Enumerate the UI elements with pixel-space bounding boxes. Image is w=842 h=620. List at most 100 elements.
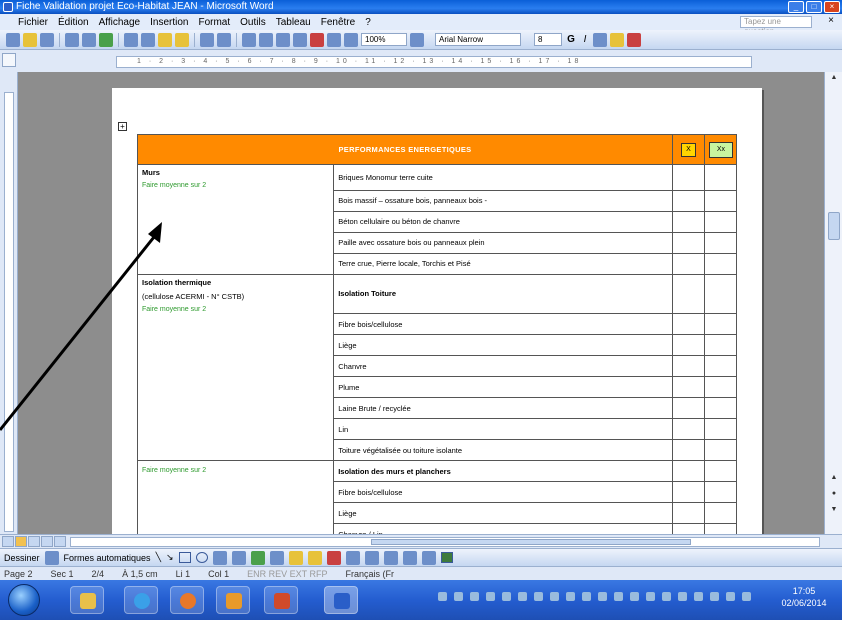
menu-fichier[interactable]: Fichier — [18, 17, 48, 28]
taskbar-ie[interactable] — [124, 586, 158, 614]
horizontal-scrollbar[interactable] — [70, 537, 820, 547]
web-view-button[interactable] — [15, 536, 27, 547]
tray-icon[interactable] — [502, 592, 511, 601]
diagram-icon[interactable] — [250, 550, 265, 565]
check-x-cell[interactable] — [671, 313, 705, 335]
category-cell[interactable] — [136, 355, 335, 377]
menu-affichage[interactable]: Affichage — [99, 17, 141, 28]
check-xx-cell[interactable] — [703, 460, 738, 482]
open-folder-icon[interactable] — [23, 32, 37, 47]
menu-insertion[interactable]: Insertion — [150, 17, 188, 28]
category-cell[interactable] — [136, 376, 335, 398]
rectangle-tool-icon[interactable] — [178, 552, 191, 563]
vertical-scrollbar[interactable]: ▲ ▲ ● ▼ — [824, 72, 842, 534]
check-xx-cell[interactable] — [703, 439, 738, 461]
help-icon[interactable] — [410, 32, 424, 47]
normal-view-button[interactable] — [2, 536, 14, 547]
item-cell[interactable]: Fibre bois/cellulose — [333, 313, 673, 335]
print-icon[interactable] — [65, 32, 79, 47]
horizontal-scroll-thumb[interactable] — [371, 539, 691, 545]
font-color-icon[interactable] — [627, 32, 641, 47]
menu-tableau[interactable]: Tableau — [276, 17, 311, 28]
menu-edition[interactable]: Édition — [58, 17, 89, 28]
document-page[interactable]: + PERFORMANCES ENERGETIQUES X Xx Murs Fai… — [112, 88, 762, 534]
check-xx-cell[interactable] — [703, 313, 738, 335]
check-x-cell[interactable] — [671, 439, 705, 461]
wordart-icon[interactable] — [231, 550, 246, 565]
taskbar-word[interactable] — [324, 586, 358, 614]
3d-style-icon[interactable] — [440, 552, 453, 563]
tray-icon[interactable] — [662, 592, 671, 601]
tray-icon[interactable] — [598, 592, 607, 601]
highlight-icon[interactable] — [610, 32, 624, 47]
item-cell[interactable]: Toiture végétalisée ou toiture isolante — [333, 439, 673, 461]
category-cell[interactable] — [136, 481, 335, 503]
print-layout-button[interactable] — [28, 536, 40, 547]
font-size-select[interactable]: 8 — [534, 33, 562, 46]
tray-icon[interactable] — [614, 592, 623, 601]
check-x-cell[interactable] — [671, 164, 705, 191]
autoshapes-menu-button[interactable]: Formes automatiques — [64, 553, 151, 563]
check-xx-cell[interactable] — [703, 397, 738, 419]
category-cell[interactable] — [136, 211, 335, 232]
item-cell[interactable]: Liège — [333, 502, 673, 524]
font-select[interactable]: Arial Narrow — [435, 33, 521, 46]
check-x-cell[interactable] — [671, 481, 705, 503]
format-painter-icon[interactable] — [175, 32, 189, 47]
align-icon[interactable] — [593, 32, 607, 47]
taskbar-clock[interactable]: 17:05 02/06/2014 — [774, 585, 834, 609]
check-xx-cell[interactable] — [703, 523, 738, 534]
draw-menu-button[interactable]: Dessiner — [4, 553, 40, 563]
paste-icon[interactable] — [158, 32, 172, 47]
select-objects-icon[interactable] — [44, 550, 59, 565]
menu-fenetre[interactable]: Fenêtre — [321, 17, 355, 28]
minimize-button[interactable]: _ — [788, 1, 804, 13]
taskbar-explorer[interactable] — [70, 586, 104, 614]
tray-icon[interactable] — [742, 592, 751, 601]
tray-icon[interactable] — [678, 592, 687, 601]
category-cell[interactable] — [136, 397, 335, 419]
category-cell[interactable]: Faire moyenne sur 2 — [136, 460, 335, 482]
check-xx-cell[interactable] — [703, 334, 738, 356]
hyperlink-icon[interactable] — [242, 32, 256, 47]
print-preview-icon[interactable] — [82, 32, 96, 47]
show-hide-icon[interactable] — [344, 32, 358, 47]
browse-object-icon[interactable]: ● — [828, 490, 840, 497]
item-cell[interactable]: Briques Monomur terre cuite — [333, 164, 673, 191]
tray-icon[interactable] — [470, 592, 479, 601]
status-language[interactable]: Français (Fr — [345, 569, 394, 579]
check-x-cell[interactable] — [671, 210, 705, 233]
textbox-icon[interactable] — [212, 550, 227, 565]
shadow-icon[interactable] — [421, 550, 436, 565]
check-x-cell[interactable] — [671, 418, 705, 440]
spellcheck-icon[interactable] — [99, 32, 113, 47]
category-cell[interactable] — [136, 232, 335, 253]
tray-icon[interactable] — [438, 592, 447, 601]
check-xx-cell[interactable] — [703, 231, 738, 254]
menu-format[interactable]: Format — [198, 17, 230, 28]
check-x-cell[interactable] — [671, 334, 705, 356]
check-x-cell[interactable] — [671, 523, 705, 534]
line-style-icon[interactable] — [364, 550, 379, 565]
item-cell[interactable]: Plume — [333, 376, 673, 398]
bold-button[interactable]: G — [565, 34, 577, 45]
check-xx-cell[interactable] — [703, 252, 738, 275]
zoom-select[interactable]: 100% — [361, 33, 407, 46]
vertical-ruler[interactable] — [0, 72, 18, 534]
item-cell[interactable]: Bois massif – ossature bois, panneaux bo… — [333, 189, 673, 212]
tray-icon[interactable] — [518, 592, 527, 601]
arrow-tool-icon[interactable]: ↘ — [166, 552, 174, 563]
tray-icon[interactable] — [694, 592, 703, 601]
tray-icon[interactable] — [630, 592, 639, 601]
tray-icon[interactable] — [582, 592, 591, 601]
category-cell[interactable] — [136, 313, 335, 335]
tray-icon[interactable] — [710, 592, 719, 601]
tray-icon[interactable] — [646, 592, 655, 601]
start-button[interactable] — [8, 584, 40, 616]
category-cell[interactable]: Isolation thermique (cellulose ACERMI - N… — [136, 273, 335, 314]
taskbar-outlook[interactable] — [216, 586, 250, 614]
tray-icon[interactable] — [726, 592, 735, 601]
check-xx-cell[interactable] — [703, 189, 738, 212]
tray-icon[interactable] — [454, 592, 463, 601]
check-x-cell[interactable] — [671, 231, 705, 254]
